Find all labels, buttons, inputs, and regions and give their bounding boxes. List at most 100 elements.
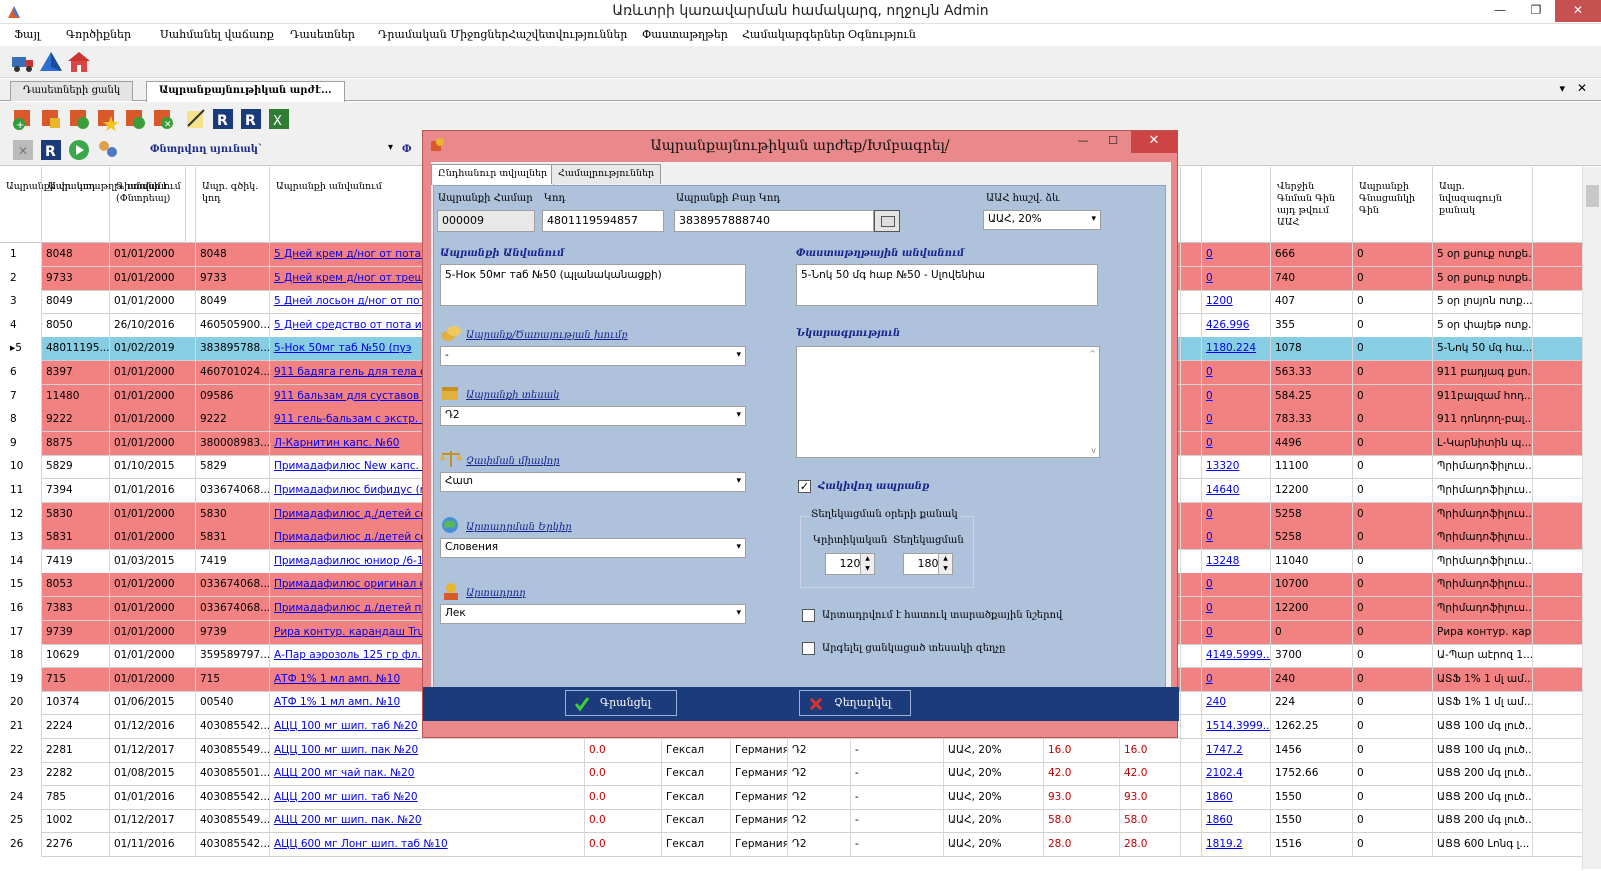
run-icon[interactable]: [66, 137, 92, 163]
forbid-discount-checkbox[interactable]: [802, 642, 815, 655]
cell-link[interactable]: 0: [1202, 667, 1271, 692]
row-number[interactable]: 20: [0, 691, 42, 716]
row-number[interactable]: 6: [0, 361, 42, 385]
row-number[interactable]: 1: [0, 243, 42, 267]
product-number-field[interactable]: 000009: [437, 210, 535, 232]
cancel-filter-icon[interactable]: ✕: [10, 137, 36, 163]
row-number[interactable]: 11: [0, 479, 42, 503]
minimize-button[interactable]: —: [1483, 0, 1517, 22]
row-number[interactable]: 21: [0, 715, 42, 739]
refresh-record-icon[interactable]: [122, 106, 148, 132]
tab-close-icon[interactable]: ✕: [1577, 81, 1587, 95]
close-button[interactable]: ✕: [1555, 0, 1601, 22]
spin-up-icon[interactable]: ▲: [865, 555, 870, 562]
row-number[interactable]: 2: [0, 266, 42, 291]
menu-tools[interactable]: Գործիքներ: [66, 28, 131, 41]
country-select[interactable]: Словения ▾: [440, 538, 746, 558]
dialog-maximize-button[interactable]: ☐: [1099, 131, 1127, 153]
table-row[interactable]: 22 2281 01/12/2017 403085549... АЦЦ 100 мг ш…: [0, 738, 1582, 763]
product-group-select[interactable]: - ▾: [440, 346, 746, 366]
row-number[interactable]: 8: [0, 408, 42, 433]
notify-days-stepper[interactable]: 180 ▲ ▼: [903, 553, 953, 575]
vat-method-select[interactable]: ԱԱՀ, 20% ▾: [983, 210, 1101, 230]
row-number[interactable]: 7: [0, 384, 42, 409]
report-icon[interactable]: R: [210, 106, 236, 132]
row-number[interactable]: 14: [0, 549, 42, 574]
column-header[interactable]: Վերջին Գնման Գին այդ թվում ԱԱՀ: [1271, 167, 1353, 243]
cell-link[interactable]: 1200: [1202, 290, 1271, 315]
delete-record-icon[interactable]: ✕: [150, 106, 176, 132]
table-row[interactable]: 26 2276 01/11/2016 403085542... АЦЦ 600 мг Л…: [0, 833, 1582, 857]
tab-general-data[interactable]: Ընդհանուր տվյալներ: [431, 164, 555, 185]
menu-documents[interactable]: Փաստաթղթեր: [642, 28, 728, 41]
table-row[interactable]: 23 2282 01/08/2015 403085501... АЦЦ 200 мг ч…: [0, 762, 1582, 787]
cell-link[interactable]: 0: [1202, 620, 1271, 645]
pyramid-icon[interactable]: [38, 49, 64, 75]
tab-product-value[interactable]: Ապրանքայնութիկան արժէ...: [146, 81, 345, 102]
row-number[interactable]: 23: [0, 762, 42, 787]
home-icon[interactable]: [66, 49, 92, 75]
cancel-button[interactable]: Չեղարկել: [799, 690, 911, 716]
copy-record-icon[interactable]: [66, 106, 92, 132]
grid-scrollbar[interactable]: [1582, 167, 1601, 869]
row-number[interactable]: 22: [0, 738, 42, 763]
row-number[interactable]: 13: [0, 526, 42, 551]
critical-spin-buttons[interactable]: ▲ ▼: [860, 554, 874, 574]
cell-link[interactable]: 0: [1202, 526, 1271, 551]
cell-link[interactable]: 0: [1202, 502, 1271, 527]
cell-link[interactable]: 4149.5999...: [1202, 644, 1271, 669]
document-name-field[interactable]: 5-Նոկ 50 մգ հաբ №50 - Սլովենիա: [796, 264, 1098, 306]
critical-days-stepper[interactable]: 120 ▲ ▼: [825, 553, 875, 575]
row-number[interactable]: 16: [0, 597, 42, 621]
column-header[interactable]: [1181, 167, 1202, 243]
spin-down-icon[interactable]: ▼: [943, 565, 948, 572]
favorite-record-icon[interactable]: [94, 106, 120, 132]
cell-link[interactable]: 1747.2: [1202, 738, 1271, 763]
cell-link[interactable]: 240: [1202, 691, 1271, 716]
edit-record-icon[interactable]: [38, 106, 64, 132]
users-icon[interactable]: [94, 137, 120, 163]
cell-link[interactable]: 13248: [1202, 549, 1271, 574]
menu-sales[interactable]: Սահմանել վաճառք: [160, 28, 274, 41]
row-number[interactable]: 4: [0, 313, 42, 338]
cell-link[interactable]: 1819.2: [1202, 833, 1271, 857]
cell-link[interactable]: 13320: [1202, 455, 1271, 480]
cell-link[interactable]: АЦЦ 200 мг шип. пак. №20: [270, 809, 585, 834]
cell-link[interactable]: 0: [1202, 266, 1271, 291]
save-button[interactable]: Գրանցել: [565, 690, 677, 716]
barcode-generate-button[interactable]: [874, 210, 900, 232]
column-header[interactable]: [1202, 167, 1271, 243]
menu-cash[interactable]: Դրամական Միջոցներ: [378, 28, 508, 41]
row-number[interactable]: 26: [0, 833, 42, 857]
row-number[interactable]: 24: [0, 785, 42, 810]
dialog-close-button[interactable]: ✕: [1131, 131, 1177, 153]
cell-link[interactable]: 0: [1202, 597, 1271, 621]
add-record-icon[interactable]: +: [10, 106, 36, 132]
spin-up-icon[interactable]: ▲: [943, 555, 948, 562]
notes-icon[interactable]: [182, 106, 208, 132]
truck-icon[interactable]: [10, 49, 36, 75]
row-number[interactable]: 10: [0, 455, 42, 480]
menu-help[interactable]: Օգնություն: [848, 28, 916, 41]
cell-link[interactable]: 0: [1202, 361, 1271, 385]
report-alt-icon[interactable]: R: [238, 106, 264, 132]
product-type-select[interactable]: Դ2 ▾: [440, 406, 746, 426]
cell-link[interactable]: 2102.4: [1202, 762, 1271, 787]
restore-button[interactable]: ❐: [1519, 0, 1553, 22]
column-header[interactable]: Ապր. գծիկ. կոդ: [196, 167, 270, 243]
cell-link[interactable]: АЦЦ 600 мг Лонг шип. таб №10: [270, 833, 585, 857]
grid-scrollbar-thumb[interactable]: [1586, 185, 1599, 207]
special-marking-checkbox[interactable]: [802, 609, 815, 622]
barcode-field[interactable]: 3838957888740: [674, 210, 874, 232]
row-number[interactable]: 18: [0, 644, 42, 669]
menu-directories[interactable]: Դասետներ: [290, 28, 355, 41]
cell-link[interactable]: 14640: [1202, 479, 1271, 503]
tab-directory-list[interactable]: Դասետների ցանկ: [10, 81, 134, 101]
cell-link[interactable]: АЦЦ 200 мг чай пак. №20: [270, 762, 585, 787]
description-field[interactable]: ^ v: [796, 346, 1100, 458]
spin-down-icon[interactable]: ▼: [865, 565, 870, 572]
row-number[interactable]: 12: [0, 502, 42, 527]
cell-link[interactable]: 1514.3999...: [1202, 715, 1271, 739]
description-scroll-up-icon[interactable]: ^: [1089, 349, 1096, 358]
producer-select[interactable]: Лек ▾: [440, 604, 746, 624]
